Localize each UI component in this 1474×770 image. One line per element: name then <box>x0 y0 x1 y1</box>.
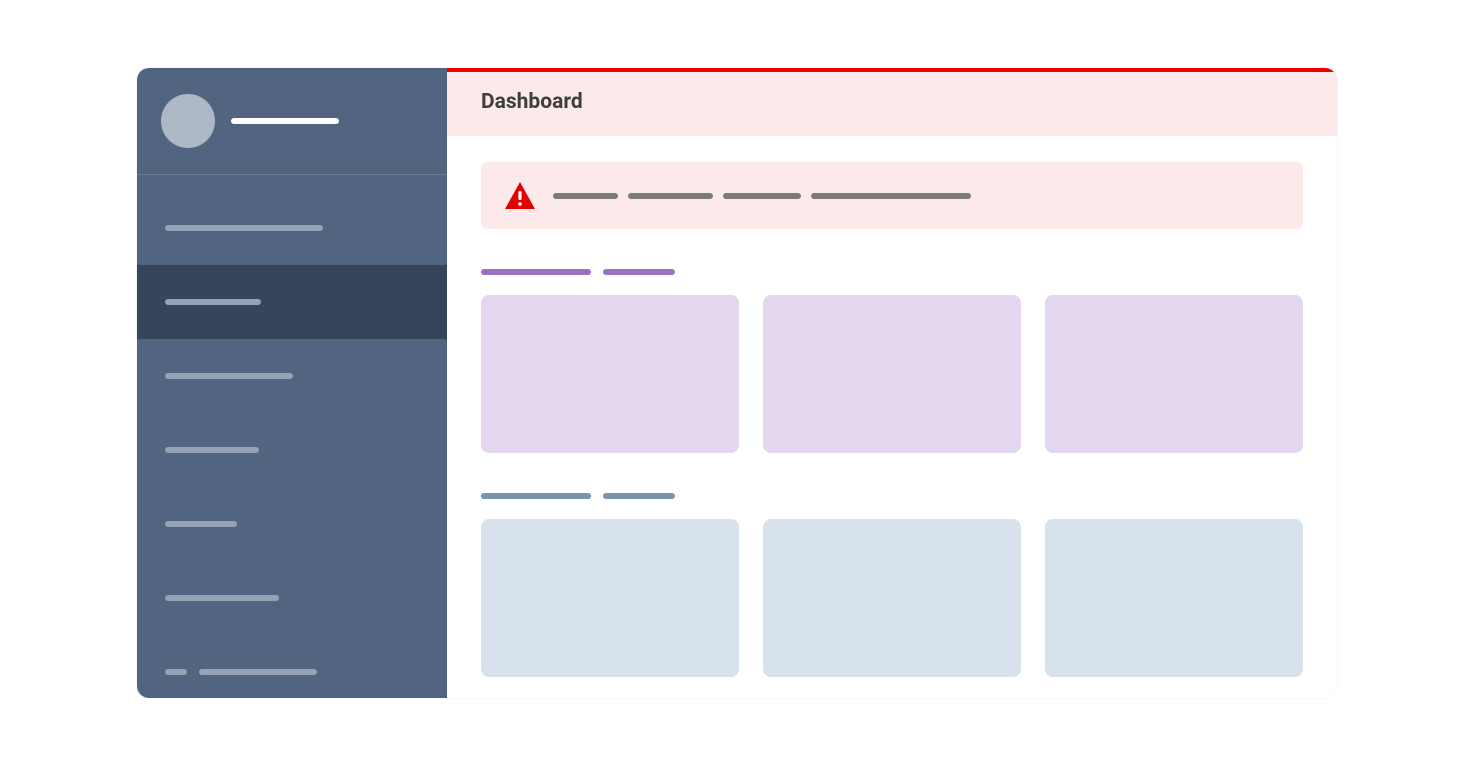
section-header <box>481 493 1303 499</box>
section-header-label <box>481 269 591 275</box>
sidebar-item-1[interactable] <box>137 265 447 339</box>
sidebar-item-6[interactable] <box>137 635 447 698</box>
sidebar <box>137 68 447 698</box>
sidebar-item-2[interactable] <box>137 339 447 413</box>
sidebar-item-label <box>165 225 323 231</box>
alert-text-segment <box>628 193 713 199</box>
sidebar-item-label <box>165 447 259 453</box>
card[interactable] <box>763 295 1021 453</box>
sidebar-item-label <box>199 669 317 675</box>
content <box>447 136 1337 698</box>
sidebar-item-label <box>165 595 279 601</box>
section-header-label <box>481 493 591 499</box>
section-header-label <box>603 493 675 499</box>
avatar[interactable] <box>161 94 215 148</box>
alert-text-segment <box>811 193 971 199</box>
section-purple <box>481 269 1303 453</box>
sidebar-item-label <box>165 373 293 379</box>
main-header: Dashboard <box>447 72 1337 136</box>
alert-text-segment <box>553 193 618 199</box>
section-header <box>481 269 1303 275</box>
sidebar-item-0[interactable] <box>137 191 447 265</box>
warning-triangle-icon <box>505 182 535 209</box>
sidebar-header <box>137 68 447 175</box>
card[interactable] <box>763 519 1021 677</box>
app-window: Dashboard <box>137 68 1337 698</box>
alert-text-segment <box>723 193 801 199</box>
card[interactable] <box>1045 295 1303 453</box>
card[interactable] <box>481 295 739 453</box>
section-blue <box>481 493 1303 677</box>
sidebar-item-label <box>165 299 261 305</box>
nav-item-icon <box>165 669 187 675</box>
card-row <box>481 295 1303 453</box>
sidebar-item-5[interactable] <box>137 561 447 635</box>
user-name <box>231 118 339 124</box>
page-title: Dashboard <box>481 90 1303 114</box>
sidebar-item-4[interactable] <box>137 487 447 561</box>
alert-banner <box>481 162 1303 229</box>
section-header-label <box>603 269 675 275</box>
sidebar-item-label <box>165 521 237 527</box>
main: Dashboard <box>447 68 1337 698</box>
alert-text <box>553 193 971 199</box>
sidebar-item-3[interactable] <box>137 413 447 487</box>
card[interactable] <box>1045 519 1303 677</box>
card[interactable] <box>481 519 739 677</box>
card-row <box>481 519 1303 677</box>
sidebar-nav <box>137 175 447 698</box>
